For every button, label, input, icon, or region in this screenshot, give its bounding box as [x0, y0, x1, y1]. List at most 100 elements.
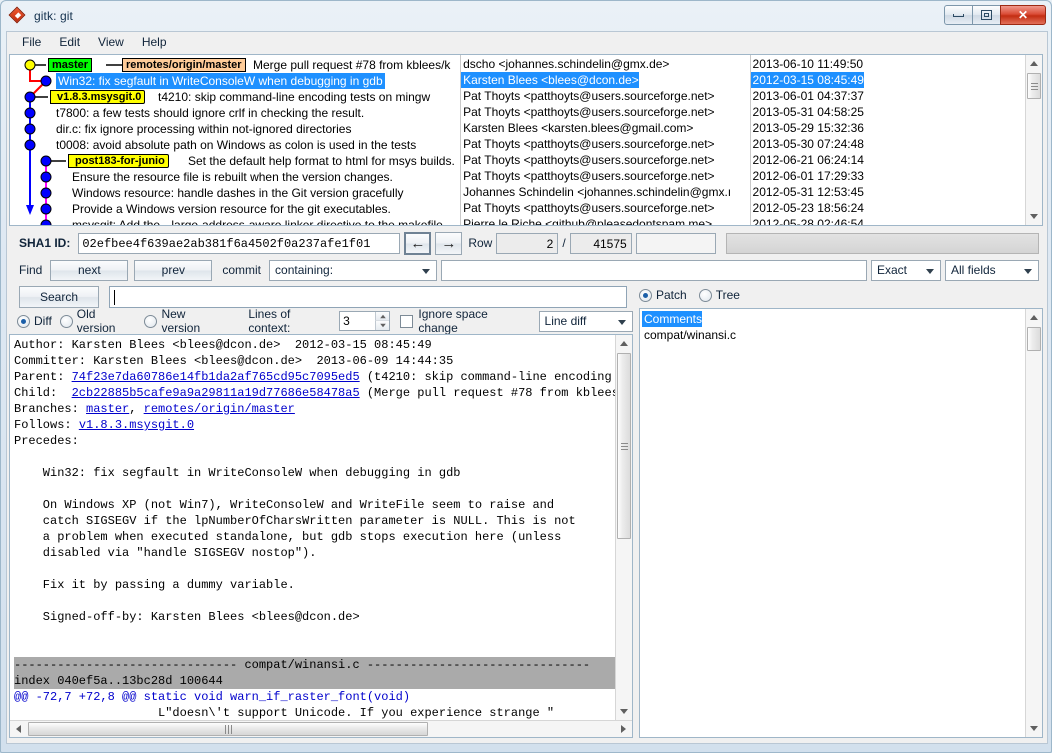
commit-date-6[interactable]: 2012-06-21 06:24:14: [751, 152, 864, 168]
commit-message-3[interactable]: t7800: a few tests should ignore crlf in…: [56, 105, 364, 121]
arrow-right-icon: →: [441, 235, 456, 252]
minimize-button[interactable]: [944, 5, 973, 25]
diff-mode-select[interactable]: Line diff: [539, 311, 633, 332]
search-input[interactable]: [109, 286, 627, 308]
commit-date-1[interactable]: 2012-03-15 08:45:49: [751, 72, 864, 88]
ref-tag-v1-8-3-msysgit-0[interactable]: v1.8.3.msysgit.0: [50, 90, 145, 104]
commit-message-1[interactable]: Win32: fix segfault in WriteConsoleW whe…: [56, 73, 385, 89]
commit-date-4[interactable]: 2013-05-29 15:32:36: [751, 120, 864, 136]
file-list-item-comments[interactable]: Comments: [642, 311, 702, 327]
sha-link[interactable]: 74f23e7da60786e14fb1da2af765cd95c7095ed5: [72, 370, 360, 384]
commit-graph-column[interactable]: master remotes/origin/master v1.8.3.msys…: [10, 55, 461, 225]
branch-link[interactable]: master: [86, 402, 129, 416]
commit-message-8[interactable]: Windows resource: handle dashes in the G…: [72, 185, 404, 201]
commit-date-column[interactable]: 2013-06-10 11:49:50 2012-03-15 08:45:49 …: [751, 55, 1025, 225]
commit-date-2[interactable]: 2013-06-01 04:37:37: [751, 88, 864, 104]
radio-new-version[interactable]: [144, 315, 157, 328]
find-fields-select[interactable]: All fields: [945, 260, 1039, 281]
sha1-input[interactable]: 02efbee4f639ae2ab381f6a4502f0a237afe1f01: [78, 233, 400, 254]
commit-author-column[interactable]: dscho <johannes.schindelin@gmx.de> Karst…: [461, 55, 750, 225]
commit-author-10[interactable]: Pierre le Riche <github@pleasedontspam.m…: [461, 216, 712, 225]
scroll-thumb[interactable]: [617, 353, 631, 539]
scroll-right-icon[interactable]: [615, 721, 632, 737]
find-mode-select[interactable]: containing:: [269, 260, 437, 281]
ref-tag-master[interactable]: master: [48, 58, 92, 72]
scroll-down-icon[interactable]: [616, 703, 632, 720]
search-button[interactable]: Search: [19, 286, 99, 308]
commit-detail-text[interactable]: Author: Karsten Blees <blees@dcon.de> 20…: [10, 335, 615, 720]
detail-line-22: @@ -72,7 +72,8 @@ static void warn_if_ra…: [14, 689, 615, 705]
commit-author-6[interactable]: Pat Thoyts <patthoyts@users.sourceforge.…: [461, 152, 714, 168]
find-query-input[interactable]: [441, 260, 867, 281]
commit-author-7[interactable]: Pat Thoyts <patthoyts@users.sourceforge.…: [461, 168, 714, 184]
scroll-down-icon[interactable]: [1026, 208, 1042, 225]
scroll-down-icon[interactable]: [1026, 720, 1042, 737]
commit-date-9[interactable]: 2012-05-23 18:56:24: [751, 200, 864, 216]
commit-message-6[interactable]: Set the default help format to html for …: [188, 153, 455, 169]
file-list-scrollbar[interactable]: [1025, 309, 1042, 737]
find-next-button[interactable]: next: [50, 260, 128, 281]
commit-message-7[interactable]: Ensure the resource file is rebuilt when…: [72, 169, 393, 185]
radio-tree[interactable]: [699, 289, 712, 302]
nav-forward-button[interactable]: →: [435, 232, 462, 255]
commit-detail-hscrollbar[interactable]: [10, 720, 632, 737]
radio-patch[interactable]: [639, 289, 652, 302]
sha-link[interactable]: v1.8.3.msysgit.0: [79, 418, 194, 432]
stepper-down-icon[interactable]: [375, 321, 389, 330]
commit-author-5[interactable]: Pat Thoyts <patthoyts@users.sourceforge.…: [461, 136, 714, 152]
ignore-space-checkbox[interactable]: [400, 315, 413, 328]
find-matchtype-select[interactable]: Exact: [871, 260, 941, 281]
file-list-item-winansi[interactable]: compat/winansi.c: [642, 327, 736, 343]
commit-date-10[interactable]: 2012-05-28 02:46:54: [751, 216, 864, 225]
commit-date-8[interactable]: 2012-05-31 12:53:45: [751, 184, 864, 200]
commit-list-pane[interactable]: master remotes/origin/master v1.8.3.msys…: [9, 54, 1043, 226]
menu-edit[interactable]: Edit: [50, 33, 89, 51]
detail-line-1: Committer: Karsten Blees <blees@dcon.de>…: [14, 353, 615, 369]
commit-detail-scrollbar[interactable]: [615, 335, 632, 720]
commit-message-4[interactable]: dir.c: fix ignore processing within not-…: [56, 121, 351, 137]
ref-tag-post183-for-junio[interactable]: post183-for-junio: [68, 154, 169, 168]
commit-message-9[interactable]: Provide a Windows version resource for t…: [72, 201, 391, 217]
commit-message-0[interactable]: Merge pull request #78 from kblees/k: [253, 57, 450, 73]
maximize-button[interactable]: [972, 5, 1001, 25]
commit-message-10[interactable]: msysgit: Add the --large-address-aware l…: [72, 217, 446, 225]
file-list[interactable]: Comments compat/winansi.c: [640, 309, 1025, 737]
commit-author-3[interactable]: Pat Thoyts <patthoyts@users.sourceforge.…: [461, 104, 714, 120]
commit-message-2[interactable]: t4210: skip command-line encoding tests …: [158, 89, 430, 105]
commit-author-9[interactable]: Pat Thoyts <patthoyts@users.sourceforge.…: [461, 200, 714, 216]
menu-help[interactable]: Help: [133, 33, 176, 51]
scroll-left-icon[interactable]: [10, 721, 27, 737]
scroll-thumb[interactable]: [1027, 73, 1041, 99]
commit-author-0[interactable]: dscho <johannes.schindelin@gmx.de>: [461, 56, 669, 72]
find-prev-button[interactable]: prev: [134, 260, 212, 281]
ref-tag-remotes-origin-master[interactable]: remotes/origin/master: [122, 58, 246, 72]
hscroll-thumb[interactable]: [28, 722, 428, 736]
nav-back-button[interactable]: ←: [404, 232, 431, 255]
sha-link[interactable]: 2cb22885b5cafe9a9a29811a19d77686e58478a5: [72, 386, 360, 400]
scroll-up-icon[interactable]: [1026, 55, 1042, 72]
commit-detail-pane[interactable]: Author: Karsten Blees <blees@dcon.de> 20…: [9, 334, 633, 738]
radio-diff[interactable]: [17, 315, 30, 328]
stepper-up-icon[interactable]: [375, 312, 389, 321]
branch-link[interactable]: remotes/origin/master: [144, 402, 295, 416]
commit-list-scrollbar[interactable]: [1025, 55, 1042, 225]
file-list-pane[interactable]: Comments compat/winansi.c: [639, 308, 1043, 738]
menu-file[interactable]: File: [13, 33, 50, 51]
menu-view[interactable]: View: [89, 33, 133, 51]
commit-author-1[interactable]: Karsten Blees <blees@dcon.de>: [461, 72, 639, 88]
commit-date-7[interactable]: 2012-06-01 17:29:33: [751, 168, 864, 184]
commit-date-3[interactable]: 2013-05-31 04:58:25: [751, 104, 864, 120]
commit-author-8[interactable]: Johannes Schindelin <johannes.schindelin…: [461, 184, 731, 200]
scroll-up-icon[interactable]: [1026, 309, 1042, 326]
scroll-up-icon[interactable]: [616, 335, 632, 352]
arrow-left-icon: ←: [410, 235, 425, 252]
commit-message-5[interactable]: t0008: avoid absolute path on Windows as…: [56, 137, 416, 153]
lines-of-context-stepper[interactable]: 3: [339, 311, 390, 331]
commit-author-4[interactable]: Karsten Blees <karsten.blees@gmail.com>: [461, 120, 693, 136]
commit-date-0[interactable]: 2013-06-10 11:49:50: [751, 56, 864, 72]
commit-date-5[interactable]: 2013-05-30 07:24:48: [751, 136, 864, 152]
radio-old-version[interactable]: [60, 315, 73, 328]
scroll-thumb[interactable]: [1027, 327, 1041, 351]
close-button[interactable]: ✕: [1000, 5, 1046, 25]
commit-author-2[interactable]: Pat Thoyts <patthoyts@users.sourceforge.…: [461, 88, 714, 104]
